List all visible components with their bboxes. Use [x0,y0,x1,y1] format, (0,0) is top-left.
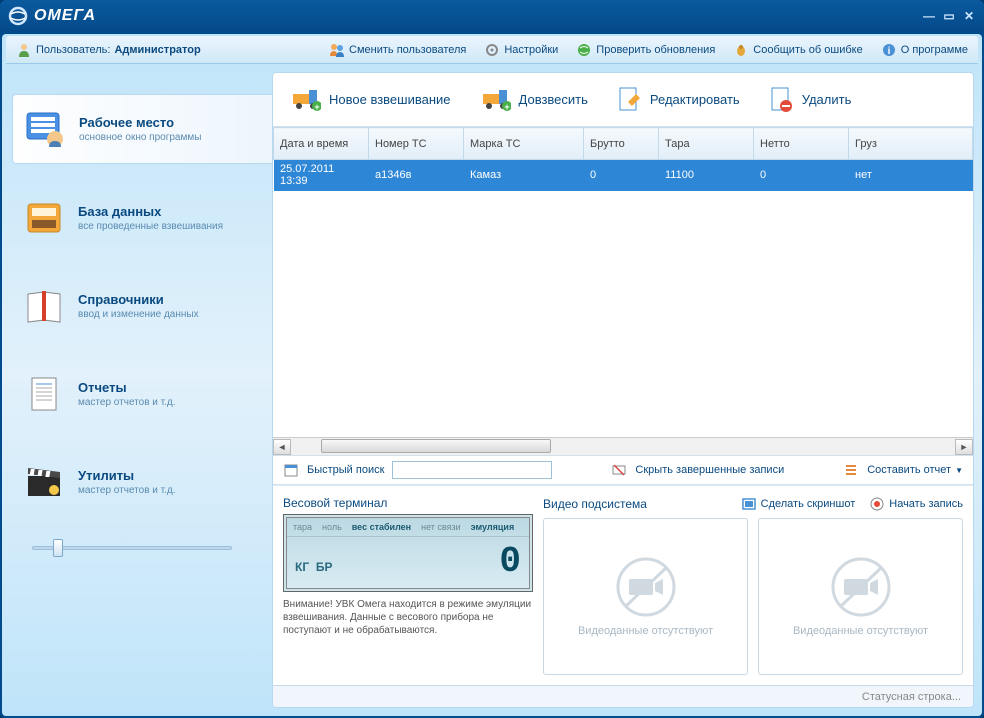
terminal-warning: Внимание! УВК Омега находится в режиме э… [283,598,533,637]
sidebar-item-label: Рабочее место [79,115,262,130]
svg-text:+: + [314,102,319,112]
book-icon [22,286,66,326]
scroll-thumb[interactable] [321,439,551,453]
no-video-icon [611,557,681,617]
switch-user-icon [329,42,345,58]
status-bar: Статусная строка... [273,685,973,707]
weight-terminal: тара ноль вес стабилен нет связи эмуляци… [283,514,533,592]
screenshot-icon [741,496,757,512]
indicator-tare: тара [293,522,312,532]
main-panel: +Новое взвешивание +Довзвесить Редактиро… [272,72,974,708]
sidebar-item-label: База данных [78,204,262,219]
video-box-2: Видеоданные отсутствуют [758,518,963,675]
status-text: Статусная строка... [862,691,961,703]
record-link[interactable]: Начать запись [869,496,963,512]
video-box-1: Видеоданные отсутствуют [543,518,748,675]
title-bar: ОМЕГА — ▭ ✕ [0,0,984,32]
col-vehicle-brand[interactable]: Марка ТС [464,128,584,160]
svg-text:i: i [887,46,890,57]
horizontal-scrollbar[interactable]: ◄ ► [273,437,973,455]
video-title: Видео подсистема [543,497,647,511]
report-icon [22,374,66,414]
database-icon [22,198,66,238]
workspace-icon [23,109,67,149]
no-video-text: Видеоданные отсутствуют [793,625,928,637]
edit-button[interactable]: Редактировать [618,86,740,114]
sidebar-item-directories[interactable]: Справочникиввод и изменение данных [12,272,272,340]
app-logo: ОМЕГА [8,6,96,26]
weight-value: 0 [499,541,521,582]
report-error-link[interactable]: Сообщить об ошибке [733,42,862,58]
dropdown-arrow-icon: ▼ [955,466,963,475]
bottom-panel: Весовой терминал тара ноль вес стабилен … [273,485,973,685]
make-report-link[interactable]: Составить отчет ▼ [867,464,963,476]
close-button[interactable]: ✕ [962,9,976,23]
sidebar-item-reports[interactable]: Отчетымастер отчетов и т.д. [12,360,272,428]
slider-thumb[interactable] [53,539,63,557]
globe-icon [576,42,592,58]
col-gross[interactable]: Брутто [584,128,659,160]
info-icon: i [881,42,897,58]
top-bar: Пользователь: Администратор Сменить поль… [6,36,978,64]
search-bar: Быстрый поиск Скрыть завершенные записи … [273,455,973,485]
check-updates-link[interactable]: Проверить обновления [576,42,715,58]
edit-icon [618,86,642,114]
screenshot-link[interactable]: Сделать скриншот [741,496,856,512]
quick-search-label: Быстрый поиск [307,464,384,476]
sidebar: Рабочее местоосновное окно программы Баз… [2,64,272,716]
terminal-title: Весовой терминал [283,496,533,510]
user-name: Администратор [114,44,200,56]
col-cargo[interactable]: Груз [849,128,973,160]
record-icon [869,496,885,512]
indicator-emulation: эмуляция [471,522,515,532]
new-weighing-button[interactable]: +Новое взвешивание [291,88,451,112]
clapperboard-icon [22,462,66,502]
delete-button[interactable]: Удалить [770,86,852,114]
gear-icon [484,42,500,58]
switch-user-link[interactable]: Сменить пользователя [329,42,466,58]
sidebar-item-utilities[interactable]: Утилитымастер отчетов и т.д. [12,448,272,516]
user-info: Пользователь: Администратор [16,42,201,58]
about-link[interactable]: iО программе [881,42,968,58]
action-bar: +Новое взвешивание +Довзвесить Редактиро… [273,73,973,127]
quick-search-input[interactable] [392,461,552,479]
sidebar-item-workspace[interactable]: Рабочее местоосновное окно программы [12,94,272,164]
sidebar-item-database[interactable]: База данныхвсе проведенные взвешивания [12,184,272,252]
scroll-left-button[interactable]: ◄ [273,439,291,455]
zoom-slider[interactable] [32,546,232,550]
no-video-icon [826,557,896,617]
indicator-stable: вес стабилен [352,522,411,532]
settings-link[interactable]: Настройки [484,42,558,58]
scroll-right-button[interactable]: ► [955,439,973,455]
data-table: Дата и время Номер ТС Марка ТС Брутто Та… [273,127,973,191]
hide-icon [611,462,627,478]
minimize-button[interactable]: — [922,9,936,23]
col-datetime[interactable]: Дата и время [274,128,369,160]
col-net[interactable]: Нетто [754,128,849,160]
user-icon [16,42,32,58]
no-video-text: Видеоданные отсутствуют [578,625,713,637]
maximize-button[interactable]: ▭ [942,9,956,23]
sidebar-item-label: Отчеты [78,380,262,395]
app-window: ОМЕГА — ▭ ✕ Пользователь: Администратор … [0,0,984,718]
hide-completed-link[interactable]: Скрыть завершенные записи [635,464,784,476]
indicator-nolink: нет связи [421,522,461,532]
app-name: ОМЕГА [34,7,96,25]
sidebar-item-label: Утилиты [78,468,262,483]
truck-add-icon: + [291,88,321,112]
table-row[interactable]: 25.07.2011 13:39 а1346в Камаз 0 11100 0 … [274,160,973,191]
col-vehicle-no[interactable]: Номер ТС [369,128,464,160]
bug-icon [733,42,749,58]
col-tare[interactable]: Тара [659,128,754,160]
sidebar-item-label: Справочники [78,292,262,307]
indicator-zero: ноль [322,522,342,532]
user-label: Пользователь: [36,44,110,56]
delete-icon [770,86,794,114]
report-list-icon [843,462,859,478]
truck-plus-icon: + [481,88,511,112]
calendar-icon [283,462,299,478]
svg-text:+: + [504,102,509,112]
add-weight-button[interactable]: +Довзвесить [481,88,588,112]
